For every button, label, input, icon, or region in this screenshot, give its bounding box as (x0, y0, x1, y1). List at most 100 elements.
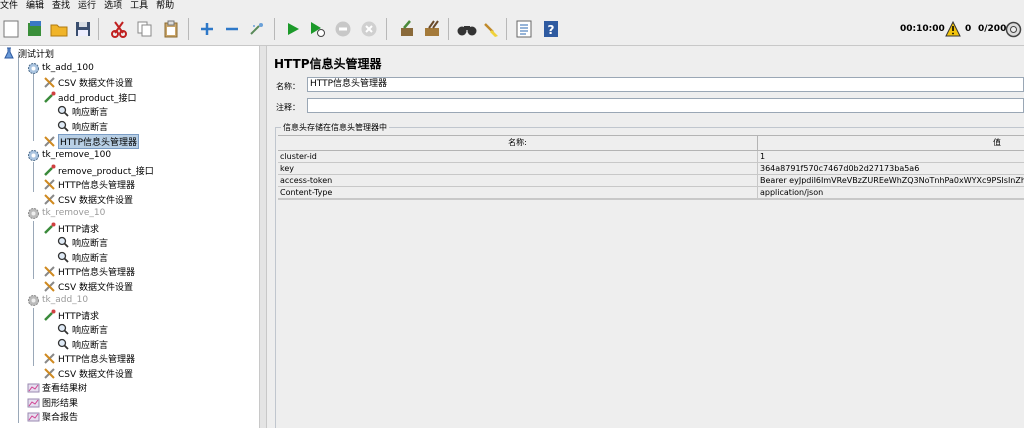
expand-all-button[interactable] (196, 18, 218, 40)
tree-node-csv-config[interactable]: CSV 数据文件设置 (42, 366, 133, 380)
tree-node-label: tk_add_10 (42, 295, 89, 305)
cell-value[interactable]: Bearer eyJpdiI6ImVReVBzZUREeWhZQ3NoTnhPa… (758, 175, 1024, 186)
function-helper-button[interactable] (513, 18, 535, 40)
remote-status-indicator[interactable] (1005, 18, 1022, 40)
tree-node-label: 测试计划 (18, 49, 55, 60)
magnifier-icon (56, 104, 70, 118)
tree-node-header-manager-selected[interactable]: HTTP信息头管理器 (42, 133, 140, 149)
stop-button[interactable] (332, 18, 354, 40)
panel-title: HTTP信息头管理器 (274, 57, 382, 71)
tree-node-assertion[interactable]: 响应断言 (56, 104, 108, 118)
tree-node-assertion[interactable]: 响应断言 (56, 322, 108, 336)
tree-node-test-plan[interactable]: 测试计划 (2, 46, 54, 60)
copy-button[interactable] (134, 18, 156, 40)
tree-node-csv-config[interactable]: CSV 数据文件设置 (42, 75, 133, 89)
tree-node-assertion[interactable]: 响应断言 (56, 250, 108, 264)
column-header-value[interactable]: 值 (758, 136, 1024, 150)
name-input[interactable]: HTTP信息头管理器 (307, 77, 1024, 92)
magnifier-icon (56, 235, 70, 249)
menu-file[interactable]: 文件 (0, 0, 22, 12)
warning-triangle-icon (945, 21, 961, 37)
start-no-pauses-button[interactable] (306, 18, 328, 40)
warning-indicator[interactable] (945, 18, 961, 40)
tree-node-csv-config[interactable]: CSV 数据文件设置 (42, 279, 133, 293)
headers-groupbox: 信息头存储在信息头管理器中 名称: 值 cluster-id 1 key 364… (275, 122, 1024, 428)
tree-node-thread-group-disabled[interactable]: tk_remove_10 (26, 206, 105, 220)
tree-node-listener[interactable]: 图形结果 (26, 395, 78, 409)
tree-node-thread-group[interactable]: tk_remove_100 (26, 148, 111, 162)
paste-button[interactable] (160, 18, 182, 40)
tree-node-thread-group-disabled[interactable]: tk_add_10 (26, 293, 88, 307)
table-row[interactable]: access-token Bearer eyJpdiI6ImVReVBzZURE… (278, 175, 1024, 187)
tools-wrench-icon (42, 351, 56, 365)
lifebuoy-icon (1005, 21, 1022, 37)
tree-node-http-sampler[interactable]: HTTP请求 (42, 308, 99, 322)
shutdown-button[interactable] (358, 18, 380, 40)
tree-node-header-manager[interactable]: HTTP信息头管理器 (42, 351, 135, 365)
toggle-button[interactable] (246, 18, 268, 40)
tree-node-assertion[interactable]: 响应断言 (56, 119, 108, 133)
save-button[interactable] (72, 18, 94, 40)
cell-name[interactable]: key (278, 163, 758, 174)
cell-name[interactable]: cluster-id (278, 151, 758, 162)
gear-disabled-icon (26, 293, 40, 307)
menu-tools[interactable]: 工具 (126, 0, 152, 12)
plus-icon (201, 23, 213, 35)
cell-name[interactable]: Content-Type (278, 187, 758, 198)
tree-node-header-manager[interactable]: HTTP信息头管理器 (42, 264, 135, 278)
open-button[interactable] (48, 18, 70, 40)
collapse-all-button[interactable] (221, 18, 243, 40)
search-button[interactable] (456, 18, 478, 40)
tree-node-listener[interactable]: 查看结果树 (26, 380, 87, 394)
help-question-icon: ? (544, 21, 558, 37)
cell-value[interactable]: 1 (758, 151, 1024, 162)
table-empty-area (278, 199, 1024, 428)
menu-run[interactable]: 运行 (74, 0, 100, 12)
menu-search[interactable]: 查找 (48, 0, 74, 12)
table-row[interactable]: cluster-id 1 (278, 151, 1024, 163)
panel-splitter[interactable] (259, 46, 267, 428)
shutdown-icon (361, 21, 377, 37)
tree-node-http-sampler[interactable]: HTTP请求 (42, 221, 99, 235)
cut-button[interactable] (108, 18, 130, 40)
tree-node-label: HTTP信息头管理器 (58, 354, 136, 365)
tree-node-header-manager[interactable]: HTTP信息头管理器 (42, 177, 135, 191)
start-button[interactable] (282, 18, 304, 40)
cell-value[interactable]: 364a8791f570c7467d0b2d27173ba5a6 (758, 163, 1024, 174)
toolbar: ? 00:10:00 0 0/200 (0, 12, 1024, 46)
tree-node-label: 响应断言 (72, 238, 109, 249)
test-plan-tree[interactable]: 测试计划 tk_add_100 CSV 数据文件设置 add_product_接… (0, 46, 259, 428)
chart-listener-icon (26, 409, 40, 423)
reset-search-button[interactable] (481, 18, 503, 40)
tree-connector (33, 221, 34, 279)
comment-input[interactable] (307, 98, 1024, 113)
open-folder-icon (50, 24, 68, 37)
table-row[interactable]: key 364a8791f570c7467d0b2d27173ba5a6 (278, 163, 1024, 175)
tree-connector (33, 308, 34, 366)
menu-options[interactable]: 选项 (100, 0, 126, 12)
table-row[interactable]: Content-Type application/json (278, 187, 1024, 199)
toolbar-separator (506, 18, 507, 40)
menu-help[interactable]: 帮助 (152, 0, 178, 12)
tree-node-http-sampler[interactable]: add_product_接口 (42, 90, 137, 104)
cell-name[interactable]: access-token (278, 175, 758, 186)
column-header-name[interactable]: 名称: (278, 136, 758, 150)
new-plan-button[interactable] (0, 18, 22, 40)
clear-button[interactable] (396, 18, 418, 40)
help-button[interactable]: ? (540, 18, 562, 40)
templates-button[interactable] (24, 18, 46, 40)
tree-node-assertion[interactable]: 响应断言 (56, 235, 108, 249)
tree-node-http-sampler[interactable]: remove_product_接口 (42, 163, 154, 177)
name-label: 名称： (276, 82, 300, 91)
clear-all-button[interactable] (421, 18, 443, 40)
menu-edit[interactable]: 编辑 (22, 0, 48, 12)
pipette-icon (42, 221, 56, 235)
tree-node-listener[interactable]: 聚合报告 (26, 409, 78, 423)
cell-value[interactable]: application/json (758, 187, 1024, 198)
active-threads: 0/200 (978, 24, 1007, 34)
tree-node-csv-config[interactable]: CSV 数据文件设置 (42, 192, 133, 206)
tools-wrench-icon (42, 134, 56, 148)
tree-node-assertion[interactable]: 响应断言 (56, 337, 108, 351)
chart-listener-icon (26, 395, 40, 409)
tree-node-thread-group[interactable]: tk_add_100 (26, 61, 94, 75)
